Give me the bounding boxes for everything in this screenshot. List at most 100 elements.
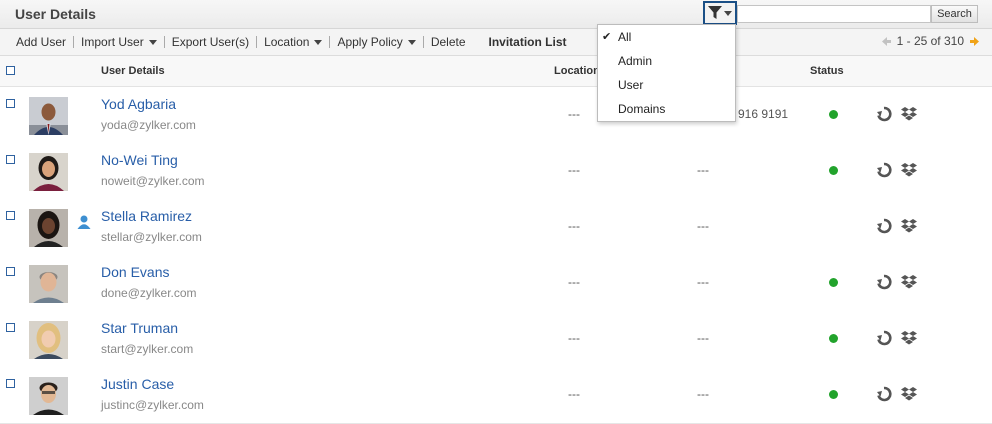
user-location: ---: [568, 275, 580, 289]
filter-dropdown-menu: ✔ All Admin User Domains: [597, 24, 736, 122]
search-button[interactable]: Search: [931, 5, 978, 23]
column-location[interactable]: Location: [554, 65, 600, 77]
avatar: [29, 321, 68, 359]
filter-option-label: Domains: [618, 102, 666, 116]
export-users-button[interactable]: Export User(s): [165, 35, 256, 49]
filter-option-admin[interactable]: Admin: [598, 49, 735, 73]
avatar: [29, 97, 68, 135]
dropbox-icon[interactable]: [901, 218, 917, 234]
page-range: 1 - 25 of 310: [896, 34, 964, 48]
row-checkbox[interactable]: [6, 211, 15, 220]
filter-option-label: Admin: [618, 54, 653, 68]
dropbox-icon[interactable]: [901, 106, 917, 122]
filter-option-user[interactable]: User: [598, 73, 735, 97]
checkmark-icon: ✔: [602, 31, 612, 43]
filter-option-label: User: [618, 78, 644, 92]
user-email: stellar@zylker.com: [101, 230, 202, 244]
reset-password-icon[interactable]: [876, 330, 892, 346]
add-user-button[interactable]: Add User: [9, 35, 73, 49]
user-email: noweit@zylker.com: [101, 174, 205, 188]
column-status[interactable]: Status: [810, 65, 844, 77]
user-email: yoda@zylker.com: [101, 118, 196, 132]
table-row[interactable]: Star Truman start@zylker.com --- ---: [0, 311, 992, 368]
user-name-link[interactable]: Justin Case: [101, 376, 174, 392]
chevron-down-icon: [724, 10, 732, 16]
reset-password-icon[interactable]: [876, 218, 892, 234]
dropbox-icon[interactable]: [901, 162, 917, 178]
user-phone: ---: [697, 163, 709, 177]
user-location: ---: [568, 163, 580, 177]
row-checkbox[interactable]: [6, 99, 15, 108]
select-all-checkbox[interactable]: [6, 66, 15, 75]
user-email: done@zylker.com: [101, 286, 197, 300]
search-input[interactable]: [737, 5, 931, 23]
reset-password-icon[interactable]: [876, 386, 892, 402]
table-row[interactable]: No-Wei Ting noweit@zylker.com --- ---: [0, 143, 992, 200]
status-active-indicator: [829, 390, 838, 399]
next-page-icon[interactable]: [969, 36, 980, 47]
toolbar: Add User Import User Export User(s) Loca…: [0, 29, 992, 56]
row-checkbox[interactable]: [6, 267, 15, 276]
filter-button[interactable]: [703, 1, 737, 25]
user-phone: ---: [697, 275, 709, 289]
filter-icon: [708, 6, 722, 19]
status-active-indicator: [829, 334, 838, 343]
user-location: ---: [568, 331, 580, 345]
page-header: User Details Search: [0, 0, 992, 29]
chevron-down-icon: [314, 39, 323, 45]
user-name-link[interactable]: No-Wei Ting: [101, 152, 178, 168]
location-menu[interactable]: Location: [257, 35, 329, 49]
user-phone: ---: [697, 331, 709, 345]
export-users-label: Export User(s): [171, 35, 250, 49]
reset-password-icon[interactable]: [876, 106, 892, 122]
pager: 1 - 25 of 310: [881, 34, 980, 48]
table-row[interactable]: Don Evans done@zylker.com --- ---: [0, 255, 992, 312]
dropbox-icon[interactable]: [901, 274, 917, 290]
invitation-list-link[interactable]: Invitation List: [473, 35, 574, 49]
row-checkbox[interactable]: [6, 155, 15, 164]
add-user-label: Add User: [16, 35, 67, 49]
chevron-down-icon: [148, 39, 157, 45]
user-location: ---: [568, 107, 580, 121]
avatar: [29, 265, 68, 303]
import-user-menu[interactable]: Import User: [74, 35, 164, 49]
status-active-indicator: [829, 110, 838, 119]
reset-password-icon[interactable]: [876, 162, 892, 178]
row-checkbox[interactable]: [6, 379, 15, 388]
user-name-link[interactable]: Star Truman: [101, 320, 178, 336]
user-email: start@zylker.com: [101, 342, 194, 356]
avatar: [29, 209, 68, 247]
delete-button[interactable]: Delete: [424, 35, 473, 49]
reset-password-icon[interactable]: [876, 274, 892, 290]
table-header: User Details Location Status: [0, 56, 992, 87]
chevron-down-icon: [407, 39, 416, 45]
table-row[interactable]: Yod Agbaria yoda@zylker.com --- 916 9191: [0, 87, 992, 144]
user-name-link[interactable]: Don Evans: [101, 264, 169, 280]
filter-option-domains[interactable]: Domains: [598, 97, 735, 121]
avatar: [29, 377, 68, 415]
table-row[interactable]: Justin Case justinc@zylker.com --- ---: [0, 367, 992, 424]
import-user-label: Import User: [81, 35, 144, 49]
column-user-details[interactable]: User Details: [101, 65, 165, 77]
user-location: ---: [568, 219, 580, 233]
user-name-link[interactable]: Stella Ramirez: [101, 208, 192, 224]
location-label: Location: [264, 35, 310, 49]
row-checkbox[interactable]: [6, 323, 15, 332]
page-title: User Details: [15, 6, 96, 22]
apply-policy-label: Apply Policy: [337, 35, 403, 49]
user-name-link[interactable]: Yod Agbaria: [101, 96, 176, 112]
filter-option-label: All: [618, 30, 632, 44]
user-phone: ---: [697, 387, 709, 401]
prev-page-icon[interactable]: [881, 36, 892, 47]
dropbox-icon[interactable]: [901, 330, 917, 346]
dropbox-icon[interactable]: [901, 386, 917, 402]
status-active-indicator: [829, 278, 838, 287]
user-phone: 916 9191: [738, 107, 789, 121]
user-phone: ---: [697, 219, 709, 233]
user-location: ---: [568, 387, 580, 401]
admin-user-icon: [77, 215, 91, 229]
avatar: [29, 153, 68, 191]
apply-policy-menu[interactable]: Apply Policy: [330, 35, 422, 49]
filter-option-all[interactable]: ✔ All: [598, 25, 735, 49]
table-row[interactable]: Stella Ramirez stellar@zylker.com --- --…: [0, 199, 992, 256]
